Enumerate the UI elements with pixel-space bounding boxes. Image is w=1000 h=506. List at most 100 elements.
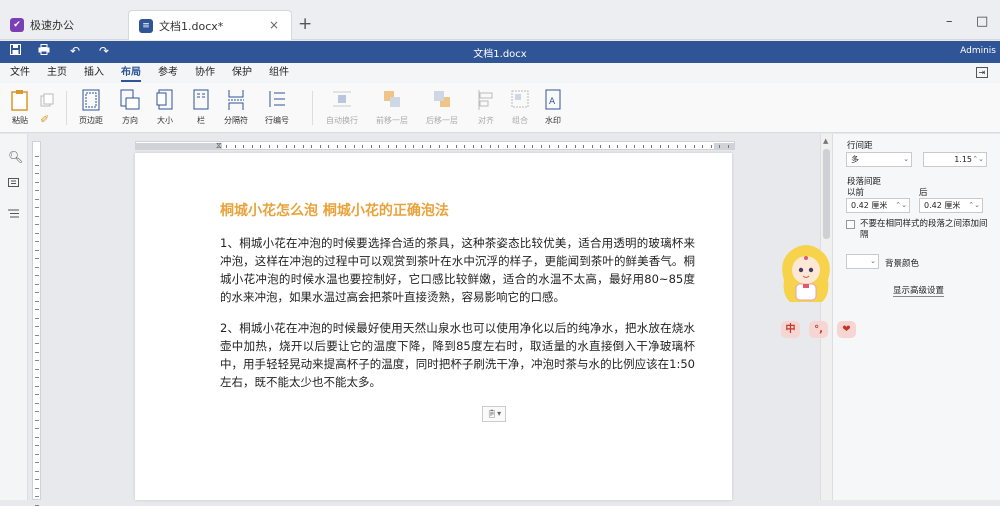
minimize-button[interactable]: – [946,14,953,29]
menu-protect[interactable]: 保护 [232,63,252,83]
line-numbers-label: 行编号 [265,116,289,125]
search-icon[interactable]: 🔍︎ [8,150,23,164]
horizontal-ruler[interactable]: ⧖ [135,141,735,150]
paste-button[interactable]: 粘贴 [10,89,30,126]
paste-options-button[interactable]: 📋︎▾ [482,406,506,422]
spacing-after-value: 0.42 厘米 [924,201,961,210]
new-tab-button[interactable]: + [298,14,312,34]
ruler-tick [35,258,39,259]
scrollbar-thumb[interactable] [823,149,830,239]
close-tab-icon[interactable]: × [269,18,279,32]
comments-icon[interactable] [8,178,19,192]
line-spacing-value-input[interactable]: 1.15 ⌃⌄ [923,152,987,167]
bring-forward-button[interactable]: 前移一层 [376,89,408,126]
margins-icon [82,89,100,111]
navigation-icon[interactable] [8,208,19,222]
menu-plugins[interactable]: 组件 [269,63,289,83]
menu-collaborate[interactable]: 协作 [195,63,215,83]
document-page[interactable]: 桐城小花怎么泡 桐城小花的正确泡法 1、桐城小花在冲泡的时候要选择合适的茶具，这… [135,153,732,500]
ruler-tick [608,145,610,148]
maximize-button[interactable]: □ [976,14,988,29]
orientation-button[interactable]: 方向 [120,89,140,126]
line-numbers-button[interactable]: 行编号 [265,89,289,126]
document-heading[interactable]: 桐城小花怎么泡 桐城小花的正确泡法 [220,200,449,220]
ruler-tick [35,487,39,489]
ruler-tick [277,145,278,148]
undo-icon[interactable]: ↶ [70,44,80,58]
ruler-tick [35,479,39,480]
ruler-tick [557,145,559,148]
ruler-tick [634,145,635,148]
ruler-tick [600,145,601,148]
copy-icon[interactable] [40,93,54,110]
line-spacing-mode-value: 多 [851,155,859,164]
ime-punctuation-button[interactable]: °, [809,321,828,338]
save-icon[interactable] [10,44,21,58]
watermark-button[interactable]: A 水印 [545,89,561,126]
menu-home[interactable]: 主页 [47,63,67,83]
spinner-icon: ⌃⌄ [968,201,980,209]
menu-references[interactable]: 参考 [158,63,178,83]
menu-file[interactable]: 文件 [10,63,30,83]
indent-marker-icon[interactable]: ⧖ [216,142,222,149]
menu-insert[interactable]: 插入 [84,63,104,83]
svg-text:A: A [549,97,556,107]
ruler-tick [404,145,406,148]
print-icon[interactable] [38,44,50,58]
ruler-tick [35,190,39,191]
ribbon-separator [66,91,67,125]
ruler-tick [515,145,516,148]
ruler-tick [35,377,39,378]
size-button[interactable]: 大小 [156,89,174,126]
ruler-tick [35,334,39,336]
ruler-tick [35,360,39,361]
breaks-button[interactable]: 分隔符 [224,89,248,126]
margins-label: 页边距 [79,116,103,125]
line-spacing-mode-select[interactable]: 多 ⌄ [846,152,912,167]
group-button[interactable]: 组合 [511,89,529,126]
paste-label: 粘贴 [12,116,28,125]
background-color-picker[interactable]: ⌄ [846,254,879,269]
text-wrap-button[interactable]: 自动换行 [326,89,358,126]
document-paragraph[interactable]: 1、桐城小花在冲泡的时候要选择合适的茶具，这种茶姿态比较优美，适合用透明的玻璃杯… [220,234,695,306]
mascot-character-image[interactable] [776,240,836,310]
heart-icon[interactable]: ❤ [837,321,856,338]
ruler-tick [523,145,525,148]
spacing-after-input[interactable]: 0.42 厘米 ⌃⌄ [919,198,983,213]
margins-button[interactable]: 页边距 [79,89,103,126]
ruler-tick [617,145,618,148]
tab-document[interactable]: ≡ 文档1.docx* × [128,10,292,40]
user-name[interactable]: Adminis [960,46,996,56]
document-paragraph[interactable]: 2、桐城小花在冲泡的时候最好使用天然山泉水也可以使用净化以后的纯净水，把水放在烧… [220,319,695,391]
ruler-tick [396,145,397,148]
ruler-tick [506,145,508,148]
expand-ribbon-icon[interactable]: ⇥ [976,67,988,78]
ruler-tick [532,145,533,148]
columns-button[interactable]: 栏 [193,89,209,126]
align-button[interactable]: 对齐 [477,89,495,126]
ribbon-toolbar: 粘贴 ✐ 页边距 方向 大小 栏 分隔符 行编号 自动换行 前移一层 后移一层 [0,83,1000,133]
ruler-tick [35,351,39,353]
show-advanced-settings-link[interactable]: 显示高级设置 [893,284,945,297]
align-icon [477,89,495,111]
ruler-tick [35,207,39,208]
spacing-before-input[interactable]: 0.42 厘米 ⌃⌄ [846,198,910,213]
vertical-scrollbar[interactable]: ▲ [820,134,832,500]
left-sidebar: 🔍︎ [0,134,28,500]
menu-layout[interactable]: 布局 [121,63,141,83]
ruler-tick [472,145,474,148]
ruler-right-margin [714,143,734,149]
ruler-tick [243,145,244,148]
ruler-tick [549,145,550,148]
ruler-tick [35,470,39,472]
redo-icon[interactable]: ↷ [99,44,109,58]
ruler-tick [35,275,39,276]
send-backward-button[interactable]: 后移一层 [426,89,458,126]
scroll-up-icon[interactable]: ▲ [823,137,828,145]
ime-language-button[interactable]: 中 [781,321,800,338]
no-space-checkbox[interactable] [846,220,855,229]
tab-app-home[interactable]: ✔ 极速办公 [0,10,120,40]
ruler-tick [693,145,695,148]
vertical-ruler[interactable] [32,141,41,506]
format-painter-icon[interactable]: ✐ [40,113,49,126]
